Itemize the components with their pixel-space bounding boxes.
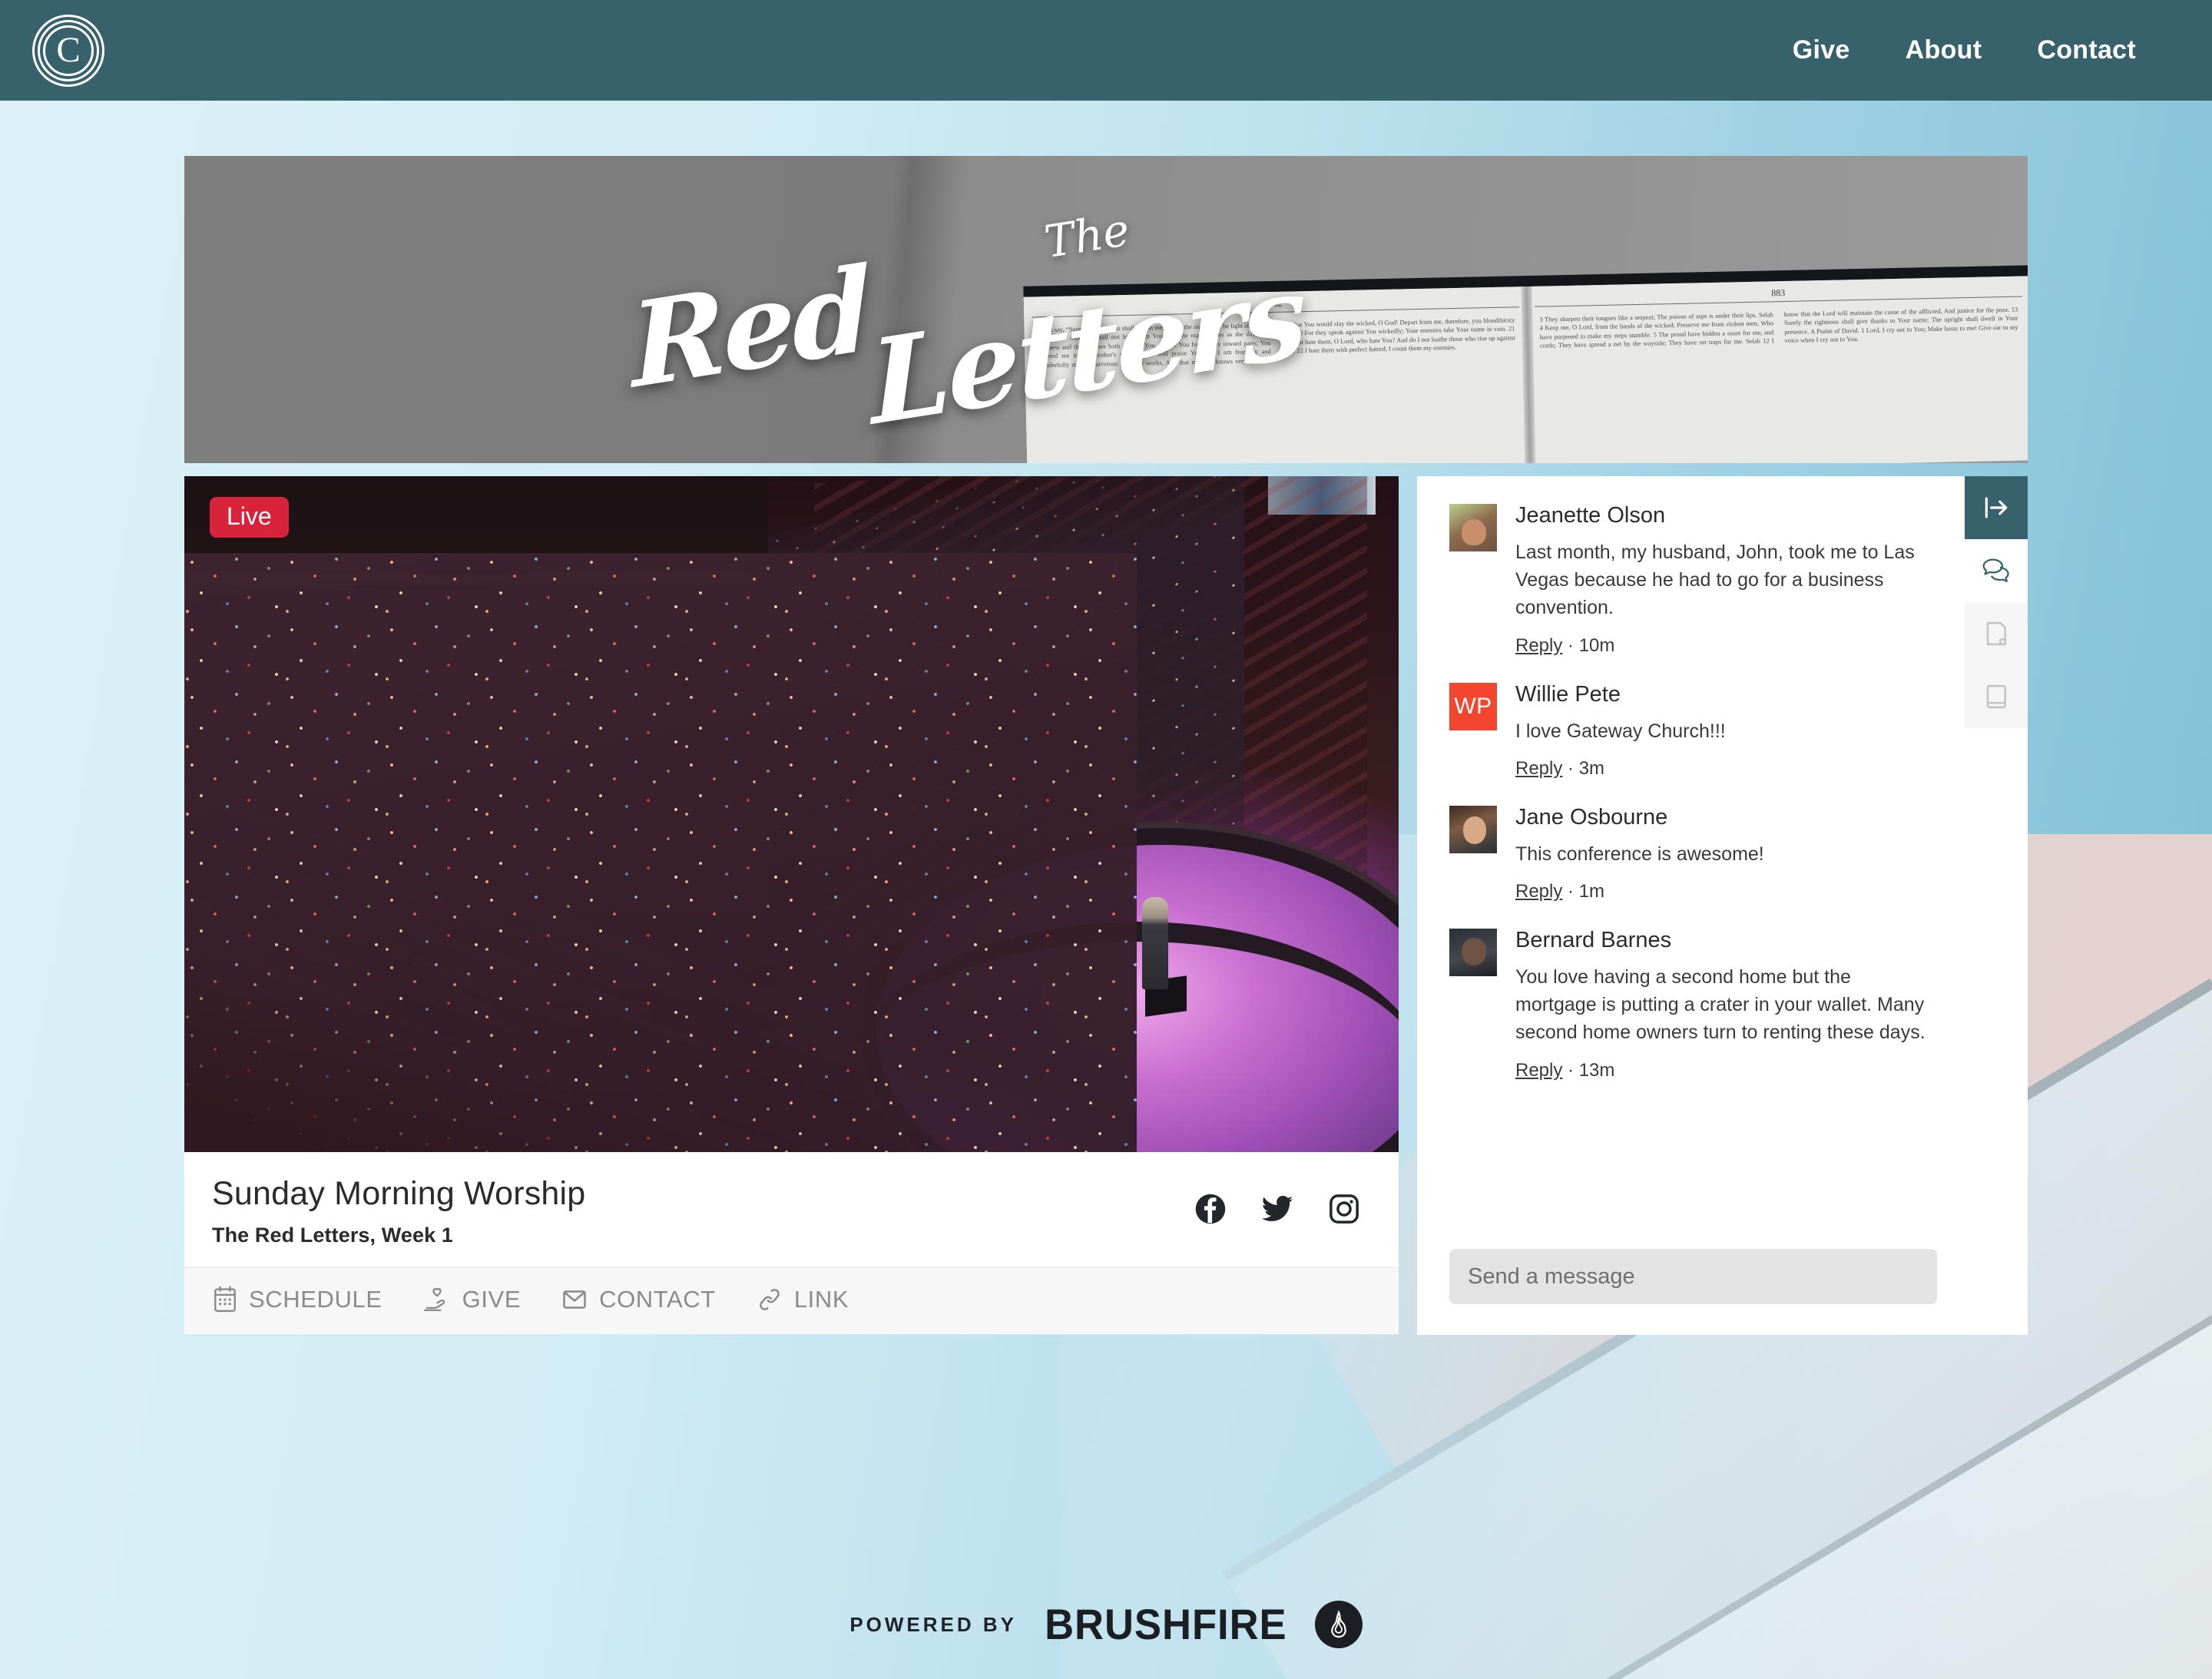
meta-separator: · — [1568, 757, 1575, 779]
chat-message-text: This conference is awesome! — [1515, 843, 1764, 865]
chat-timestamp: 10m — [1578, 634, 1615, 656]
video-subtitle: The Red Letters, Week 1 — [212, 1224, 453, 1247]
avatar — [1449, 805, 1497, 853]
chat-timestamp: 13m — [1578, 1059, 1615, 1081]
action-contact[interactable]: CONTACT — [561, 1286, 716, 1313]
brushfire-wordmark: BRUSHFIRE — [1045, 1600, 1287, 1648]
video-player[interactable]: Live — [184, 476, 1399, 1152]
reply-link[interactable]: Reply — [1515, 1060, 1562, 1081]
chat-timestamp: 3m — [1578, 757, 1605, 779]
avatar — [1449, 928, 1497, 976]
meta-separator: · — [1568, 880, 1575, 902]
chat-message-meta: Reply · 3m — [1515, 758, 1937, 780]
calendar-icon — [212, 1285, 238, 1314]
action-link-label: LINK — [793, 1286, 849, 1313]
action-schedule[interactable]: SCHEDULE — [212, 1285, 382, 1314]
chat-author-name: Jeanette Olson — [1515, 503, 1666, 528]
chat-composer: Send a message — [1417, 1249, 1965, 1335]
instagram-icon[interactable] — [1328, 1193, 1360, 1225]
footer: POWERED BY BRUSHFIRE — [0, 1582, 2212, 1667]
flame-icon — [1314, 1601, 1363, 1648]
reply-link[interactable]: Reply — [1515, 881, 1562, 902]
video-title: Sunday Morning Worship — [212, 1175, 586, 1212]
action-contact-label: CONTACT — [599, 1286, 716, 1313]
action-schedule-label: SCHEDULE — [249, 1286, 382, 1313]
chat-message: Bernard Barnes You love having a second … — [1449, 927, 1937, 1081]
chat-message-meta: Reply · 10m — [1515, 635, 1937, 657]
reply-link[interactable]: Reply — [1515, 635, 1562, 656]
chat-bubbles-icon[interactable] — [1965, 539, 2028, 602]
chat-message-text: You love having a second home but the mo… — [1515, 965, 1926, 1044]
chat-icon-rail — [1965, 476, 2028, 1335]
bible-page-number-left: 882 — [1268, 297, 1283, 310]
video-player-column: Live Sunday Morning Worship The Red Lett… — [184, 476, 1399, 1335]
chat-author-name: Jane Osbourne — [1515, 804, 1668, 830]
chat-message: Jeanette Olson Last month, my husband, J… — [1449, 503, 1937, 657]
bible-text-left: 11 If I say, “Surely the darkness shall … — [1036, 316, 1515, 369]
book-icon[interactable] — [1965, 665, 2028, 728]
reply-link[interactable]: Reply — [1515, 758, 1562, 779]
action-give-label: GIVE — [462, 1286, 522, 1313]
send-message-input[interactable]: Send a message — [1449, 1249, 1937, 1304]
series-banner: 882 11 If I say, “Surely the darkness sh… — [184, 156, 2028, 463]
chat-message-meta: Reply · 1m — [1515, 881, 1937, 902]
bible-page-number-right: 883 — [1771, 286, 1786, 299]
social-links — [1194, 1175, 1371, 1226]
chat-message: Jane Osbourne This conference is awesome… — [1449, 804, 1937, 902]
chat-message: WP Willie Pete I love Gateway Church!!! … — [1449, 681, 1937, 780]
bible-text-right: 3 They sharpen their tongues like a serp… — [1539, 305, 2018, 350]
video-title-bar: Sunday Morning Worship The Red Letters, … — [184, 1152, 1399, 1269]
envelope-icon — [561, 1286, 588, 1313]
action-give[interactable]: GIVE — [422, 1285, 521, 1314]
meta-separator: · — [1568, 1059, 1575, 1081]
chat-message-text: Last month, my husband, John, took me to… — [1515, 541, 1915, 619]
chat-message-meta: Reply · 13m — [1515, 1060, 1937, 1081]
twitter-icon[interactable] — [1260, 1192, 1294, 1226]
collapse-panel-icon[interactable] — [1965, 476, 2028, 539]
player-action-bar: SCHEDULE GIVE CONTACT LINK — [184, 1268, 1399, 1335]
chat-panel: Jeanette Olson Last month, my husband, J… — [1417, 476, 1965, 1335]
chat-author-name: Bernard Barnes — [1515, 927, 1672, 952]
powered-by-label: POWERED BY — [849, 1612, 1017, 1636]
link-icon — [756, 1285, 783, 1314]
action-link[interactable]: LINK — [756, 1285, 849, 1314]
chat-message-text: I love Gateway Church!!! — [1515, 720, 1726, 742]
facebook-icon[interactable] — [1194, 1193, 1227, 1225]
open-bible-photo: 882 11 If I say, “Surely the darkness sh… — [1023, 276, 2028, 463]
chat-timestamp: 1m — [1578, 880, 1605, 902]
notes-page-icon[interactable] — [1965, 602, 2028, 665]
avatar-initials: WP — [1454, 693, 1492, 719]
live-badge: Live — [210, 497, 289, 538]
chat-sidebar: Jeanette Olson Last month, my husband, J… — [1417, 476, 2028, 1335]
chat-message-list[interactable]: Jeanette Olson Last month, my husband, J… — [1417, 476, 1965, 1249]
hand-heart-icon — [422, 1285, 452, 1314]
avatar: WP — [1449, 682, 1497, 730]
chat-author-name: Willie Pete — [1515, 681, 1621, 707]
meta-separator: · — [1568, 634, 1575, 656]
avatar — [1449, 504, 1497, 551]
